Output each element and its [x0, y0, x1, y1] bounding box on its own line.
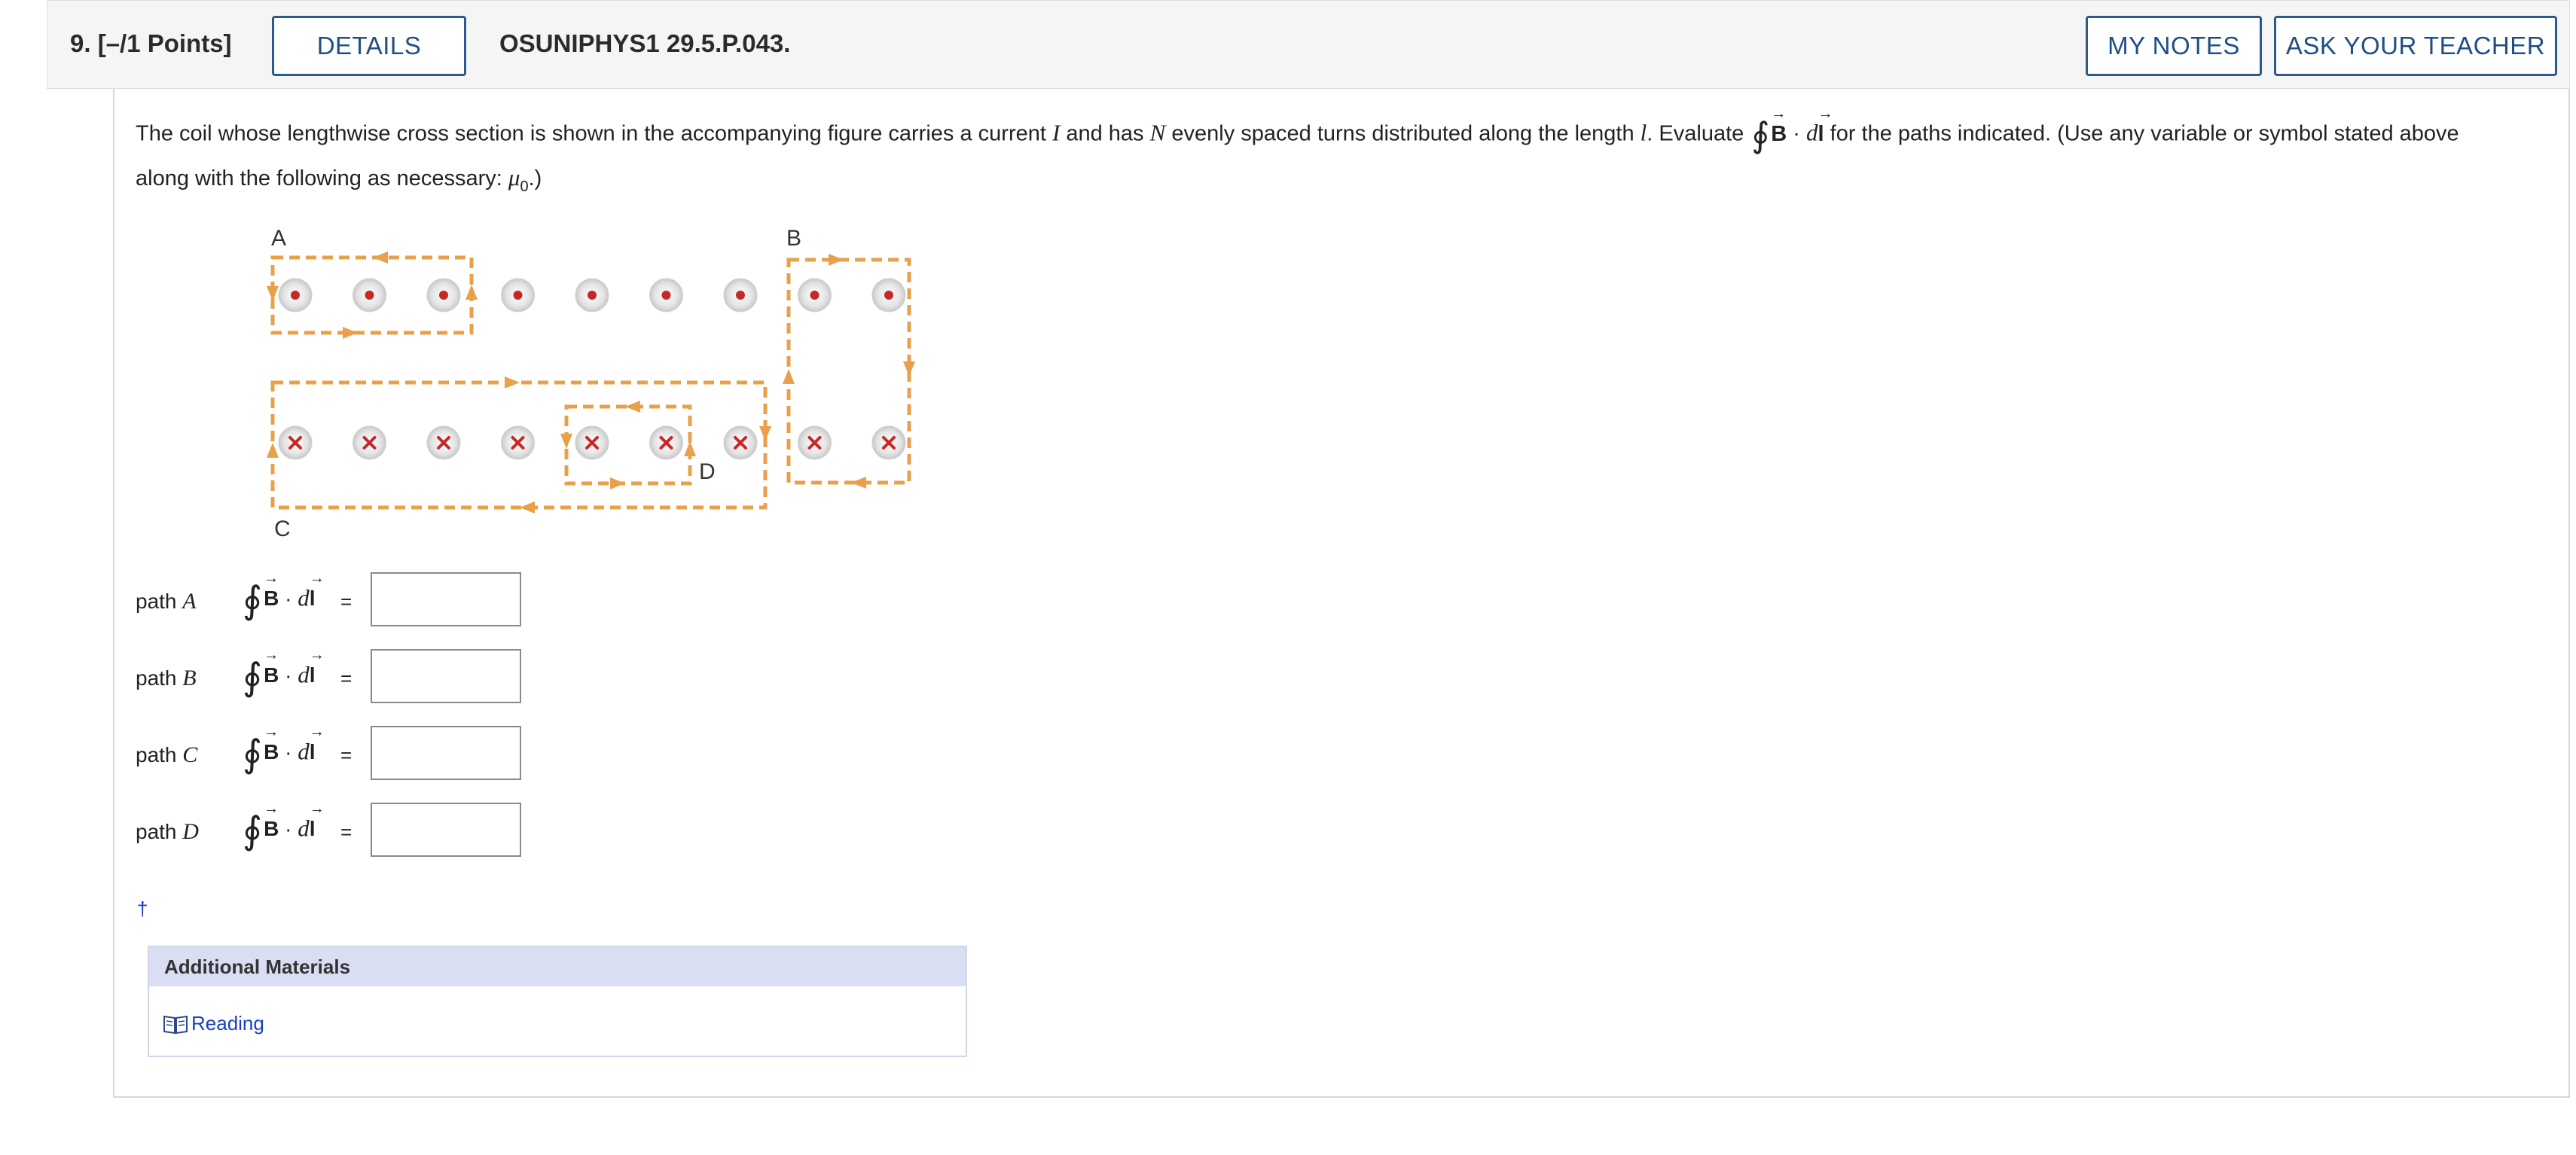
coil-cross-section-figure: A B C D — [267, 226, 915, 541]
current-dot-icon — [513, 291, 523, 300]
arrow-icon — [267, 443, 279, 458]
additional-materials-title: Additional Materials — [149, 947, 966, 986]
path-c-label: path C — [136, 742, 198, 767]
contour-integral-icon: ∮ — [243, 656, 263, 698]
contour-integral-icon: ∮ — [243, 579, 263, 621]
vector-dl: l — [1818, 105, 1833, 147]
details-button[interactable]: DETAILS — [272, 16, 466, 76]
var-turns: N — [1149, 119, 1166, 146]
question-code: OSUNIPHYS1 29.5.P.043. — [499, 29, 791, 57]
vector-b: B — [1771, 105, 1787, 147]
dagger-note-link[interactable]: † — [137, 897, 148, 921]
additional-materials-box: Additional Materials Reading — [148, 946, 967, 1057]
question-number: 9. [–/1 Points] — [70, 29, 232, 57]
path-c-answer-input[interactable] — [371, 726, 521, 780]
question-header: 9. [–/1 Points] DETAILS OSUNIPHYS1 29.5.… — [47, 0, 2570, 89]
current-dot-icon — [661, 291, 671, 300]
current-out-wires — [278, 278, 906, 312]
arrow-icon — [829, 254, 844, 266]
arrow-icon — [520, 501, 535, 514]
arrow-icon — [465, 285, 478, 300]
book-icon — [163, 1015, 188, 1034]
contour-integral-icon: ∮ — [243, 809, 263, 852]
path-a-answer-input[interactable] — [371, 572, 521, 626]
integral-expression: ∮B · dl — [241, 647, 324, 699]
arrow-icon — [267, 286, 279, 301]
arrow-icon — [373, 251, 388, 264]
current-dot-icon — [736, 291, 745, 300]
integral-expression: ∮B · dl — [241, 570, 324, 622]
path-b-label: path B — [136, 666, 197, 690]
arrow-icon — [759, 426, 771, 441]
current-dot-icon — [365, 291, 374, 300]
label-a: A — [271, 226, 286, 251]
reading-link[interactable]: Reading — [163, 1012, 264, 1035]
contour-integral-icon: ∮ — [1751, 116, 1770, 154]
path-a-label: path A — [136, 589, 197, 614]
my-notes-button[interactable]: MY NOTES — [2086, 16, 2262, 76]
label-c: C — [274, 517, 291, 541]
path-b-answer-input[interactable] — [371, 649, 521, 703]
question-prompt-line2: along with the following as necessary: μ… — [136, 164, 542, 195]
path-d-answer-input[interactable] — [371, 803, 521, 857]
arrow-icon — [684, 441, 696, 456]
integral-expression: ∮B · dl — [241, 724, 324, 776]
arrow-icon — [560, 434, 572, 449]
arrow-icon — [625, 401, 640, 413]
var-current: I — [1051, 119, 1061, 146]
current-dot-icon — [810, 291, 819, 300]
current-in-wires — [278, 425, 906, 460]
ask-your-teacher-button[interactable]: ASK YOUR TEACHER — [2274, 16, 2557, 76]
question-prompt-line1: The coil whose lengthwise cross section … — [136, 105, 2459, 155]
current-dot-icon — [884, 291, 893, 300]
arrow-icon — [851, 477, 866, 489]
var-length: l — [1640, 119, 1647, 146]
arrow-icon — [610, 477, 625, 489]
arrow-icon — [505, 376, 520, 389]
path-d-label: path D — [136, 819, 199, 844]
integral-expression: ∮B · dl — [241, 800, 324, 852]
current-dot-icon — [588, 291, 597, 300]
current-dot-icon — [291, 291, 300, 300]
reading-label[interactable]: Reading — [191, 1012, 264, 1035]
label-b: B — [786, 226, 801, 251]
mu-symbol: μ — [508, 164, 520, 190]
label-d: D — [699, 459, 716, 484]
arrow-icon — [783, 369, 795, 384]
contour-integral-icon: ∮ — [243, 733, 263, 775]
current-dot-icon — [439, 291, 448, 300]
arrow-icon — [343, 327, 358, 339]
arrow-icon — [903, 361, 915, 376]
